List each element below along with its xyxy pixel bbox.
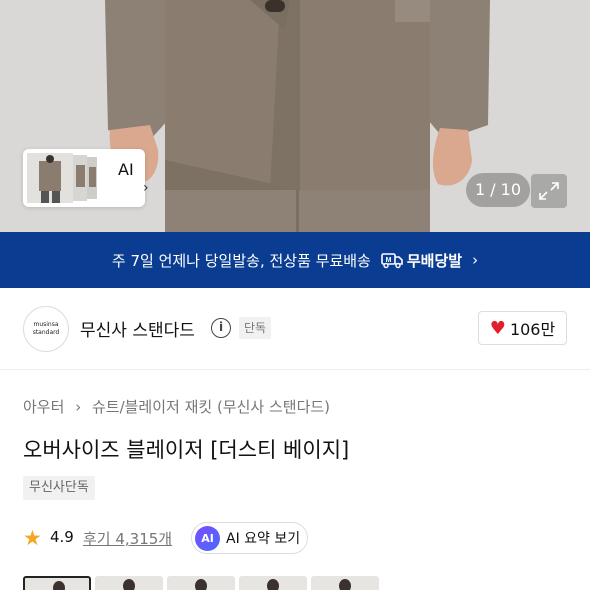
brand-logo-line1: musinsa — [33, 321, 59, 328]
exclusive-tag: 단독 — [239, 317, 272, 339]
swatch-model-thumbnail — [195, 579, 207, 590]
ai-summary-button[interactable]: AI AI 요약 보기 — [191, 522, 308, 554]
swatch-model-thumbnail — [123, 579, 135, 590]
brand-name[interactable]: 무신사 스탠다드 — [80, 316, 195, 341]
brand-row: musinsa standard 무신사 스탠다드 i 단독 ♥ 106만 — [0, 288, 590, 370]
brand-logo[interactable]: musinsa standard — [23, 306, 69, 352]
product-title: 오버사이즈 블레이저 [더스티 베이지] — [23, 438, 350, 462]
color-swatch-row — [23, 576, 583, 590]
star-icon: ★ — [23, 526, 42, 550]
expand-icon — [539, 182, 559, 200]
color-swatch[interactable] — [95, 576, 163, 590]
color-swatch[interactable] — [167, 576, 235, 590]
info-icon[interactable]: i — [211, 318, 231, 338]
chevron-right-icon: › — [75, 398, 82, 416]
heart-icon: ♥ — [489, 317, 506, 339]
shipping-text: 주 7일 언제나 당일발송, 전상품 무료배송 — [111, 251, 371, 270]
like-count: 106만 — [509, 320, 556, 339]
free-shipping-brand: 무배당발 — [406, 251, 463, 270]
chevron-right-icon: › — [472, 251, 479, 269]
swatch-model-thumbnail — [267, 579, 279, 590]
review-count-link[interactable]: 후기 4,315개 — [83, 528, 172, 549]
rating-row: ★ 4.9 후기 4,315개 AI AI 요약 보기 — [23, 522, 583, 554]
shipping-banner[interactable]: 주 7일 언제나 당일발송, 전상품 무료배송 M 무배당발 › — [0, 232, 590, 288]
rating-value: 4.9 — [50, 528, 74, 546]
swatch-model-thumbnail — [53, 581, 65, 590]
breadcrumb-item-category[interactable]: 슈트/블레이저 재킷 (무신사 스탠다드) — [92, 398, 330, 416]
outfit-thumbnails — [27, 153, 97, 203]
breadcrumb-item-outer[interactable]: 아우터 — [23, 398, 64, 416]
product-page: AI › 1 / 10 주 7일 언제나 당일발송, 전상품 무료배송 M 무배… — [0, 0, 590, 590]
ai-summary-label: AI 요약 보기 — [226, 531, 301, 547]
color-swatch[interactable] — [311, 576, 379, 590]
color-swatch[interactable] — [239, 576, 307, 590]
brand-logo-line2: standard — [32, 329, 60, 336]
product-exclusive-tag: 무신사단독 — [23, 476, 95, 500]
chevron-right-icon: › — [143, 180, 149, 196]
ai-label: AI — [118, 160, 134, 179]
image-counter: 1 / 10 — [466, 173, 530, 207]
ai-badge-icon: AI — [195, 525, 220, 551]
like-button[interactable]: ♥ 106만 — [478, 311, 567, 345]
color-swatch[interactable] — [23, 576, 91, 590]
svg-text:M: M — [385, 257, 391, 264]
swatch-model-thumbnail — [339, 579, 351, 590]
product-image-gallery[interactable]: AI › 1 / 10 — [0, 0, 590, 232]
truck-icon: M — [381, 253, 403, 269]
ai-outfit-card[interactable]: AI › — [23, 149, 149, 207]
breadcrumb: 아우터 › 슈트/블레이저 재킷 (무신사 스탠다드) — [23, 396, 336, 417]
expand-button[interactable] — [531, 174, 567, 208]
